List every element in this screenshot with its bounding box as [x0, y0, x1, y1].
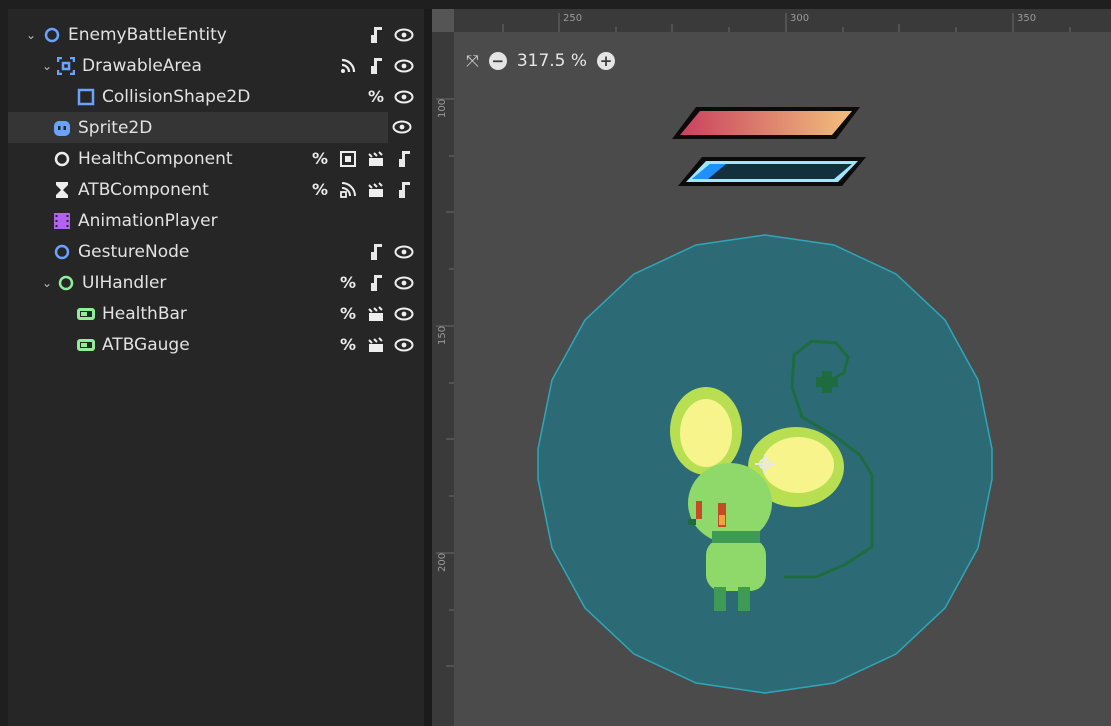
ruler-tick-label: 350 [1017, 13, 1037, 24]
unique-name-icon[interactable]: % [338, 304, 358, 324]
node-tools: % [310, 174, 414, 205]
health-bar-fill [680, 111, 852, 135]
health-bar-sprite [672, 107, 860, 139]
node2d-icon [52, 242, 72, 262]
node-tools: % [338, 298, 414, 329]
clapperboard-icon[interactable] [366, 180, 386, 200]
node2d-icon [42, 25, 62, 45]
mouse-sprite [670, 339, 874, 611]
unique-name-icon[interactable]: % [338, 273, 358, 293]
collapse-arrow-icon[interactable]: ⌄ [40, 276, 54, 290]
canvas-viewport[interactable]: 250 300 350 100 150 200 ⤧ − 317.5 % + [432, 9, 1111, 726]
tree-item-sprite-2d[interactable]: Sprite2D [8, 112, 388, 143]
node-tools: % [338, 267, 414, 298]
sprite-icon [52, 118, 72, 138]
timer-icon [52, 180, 72, 200]
vertical-ruler: 100 150 200 [432, 32, 454, 726]
script-icon[interactable] [366, 25, 386, 45]
node-label: AnimationPlayer [78, 210, 218, 231]
visibility-eye-icon[interactable] [394, 25, 414, 45]
ruler-tick-label: 300 [790, 13, 810, 24]
node-label: HealthComponent [78, 148, 233, 169]
script-icon[interactable] [366, 56, 386, 76]
ruler-tick-label: 250 [563, 13, 583, 24]
pivot-crosshair-icon[interactable] [754, 453, 776, 475]
zoom-out-button[interactable]: − [488, 52, 507, 70]
collision-shape-icon [76, 87, 96, 107]
signal-icon[interactable] [338, 56, 358, 76]
horizontal-ruler: 250 300 350 [432, 9, 1111, 32]
ruler-tick-label: 200 [437, 552, 448, 572]
tree-item-drawable-area[interactable]: ⌄ DrawableArea [8, 50, 424, 81]
clapperboard-icon[interactable] [366, 149, 386, 169]
clapperboard-icon[interactable] [366, 335, 386, 355]
animation-player-icon [52, 211, 72, 231]
zoom-in-button[interactable]: + [597, 52, 616, 70]
visibility-eye-icon[interactable] [394, 273, 414, 293]
tree-item-enemy-battle-entity[interactable]: ⌄ EnemyBattleEntity [8, 19, 424, 50]
visibility-eye-icon[interactable] [394, 87, 414, 107]
node-tools [338, 50, 414, 81]
clapperboard-icon[interactable] [366, 304, 386, 324]
tree-item-atb-component[interactable]: ATBComponent % [8, 174, 424, 205]
node-tools: % [366, 81, 414, 112]
collapse-arrow-icon[interactable]: ⌄ [24, 28, 38, 42]
node-tools: % [310, 143, 414, 174]
instance-icon[interactable] [338, 149, 358, 169]
script-icon[interactable] [394, 180, 414, 200]
tree-item-health-component[interactable]: HealthComponent % [8, 143, 424, 174]
node-label: ATBGauge [102, 334, 190, 355]
node-label: CollisionShape2D [102, 86, 251, 107]
tree-item-ui-handler[interactable]: ⌄ UIHandler % [8, 267, 424, 298]
visibility-eye-icon[interactable] [394, 335, 414, 355]
script-icon[interactable] [366, 273, 386, 293]
visibility-eye-icon[interactable] [394, 304, 414, 324]
node-icon [52, 149, 72, 169]
script-icon[interactable] [366, 242, 386, 262]
signal-connected-icon[interactable] [338, 180, 358, 200]
atb-gauge-sprite [678, 157, 866, 186]
tree-item-animation-player[interactable]: AnimationPlayer [8, 205, 424, 236]
tree-item-health-bar[interactable]: HealthBar % [8, 298, 424, 329]
node-label: UIHandler [82, 272, 167, 293]
progress-bar-icon [76, 335, 96, 355]
visibility-eye-icon[interactable] [394, 56, 414, 76]
collapse-arrow-icon[interactable]: ⌄ [40, 59, 54, 73]
tree-item-atb-gauge[interactable]: ATBGauge % [8, 329, 424, 360]
ruler-corner [432, 9, 454, 32]
ruler-tick-label: 100 [437, 98, 448, 118]
node-label: GestureNode [78, 241, 190, 262]
visibility-eye-icon[interactable] [392, 117, 412, 137]
node-label: Sprite2D [78, 117, 153, 138]
unique-name-icon[interactable]: % [310, 180, 330, 200]
tree-item-collision-shape-2d[interactable]: CollisionShape2D % [8, 81, 424, 112]
node-label: EnemyBattleEntity [68, 24, 227, 45]
scene-tree-panel: ⌄ EnemyBattleEntity ⌄ DrawableArea Colli… [8, 9, 424, 726]
ruler-tick-label: 150 [437, 325, 448, 345]
tree-item-gesture-node[interactable]: GestureNode [8, 236, 424, 267]
visibility-eye-icon[interactable] [394, 242, 414, 262]
script-icon[interactable] [394, 149, 414, 169]
panel-splitter[interactable] [424, 9, 432, 726]
unique-name-icon[interactable]: % [310, 149, 330, 169]
center-view-icon[interactable]: ⤧ [466, 51, 479, 71]
node-label: HealthBar [102, 303, 187, 324]
progress-bar-icon [76, 304, 96, 324]
node-tools: % [338, 329, 414, 360]
unique-name-icon[interactable]: % [366, 87, 386, 107]
zoom-level-label[interactable]: 317.5 % [517, 51, 587, 71]
unique-name-icon[interactable]: % [338, 335, 358, 355]
node-label: DrawableArea [82, 55, 202, 76]
node-label: ATBComponent [78, 179, 209, 200]
node-tools [366, 19, 414, 50]
node-tools [366, 236, 414, 267]
zoom-controls: ⤧ − 317.5 % + [466, 48, 616, 74]
node2d-icon [56, 273, 76, 293]
area2d-icon [56, 56, 76, 76]
